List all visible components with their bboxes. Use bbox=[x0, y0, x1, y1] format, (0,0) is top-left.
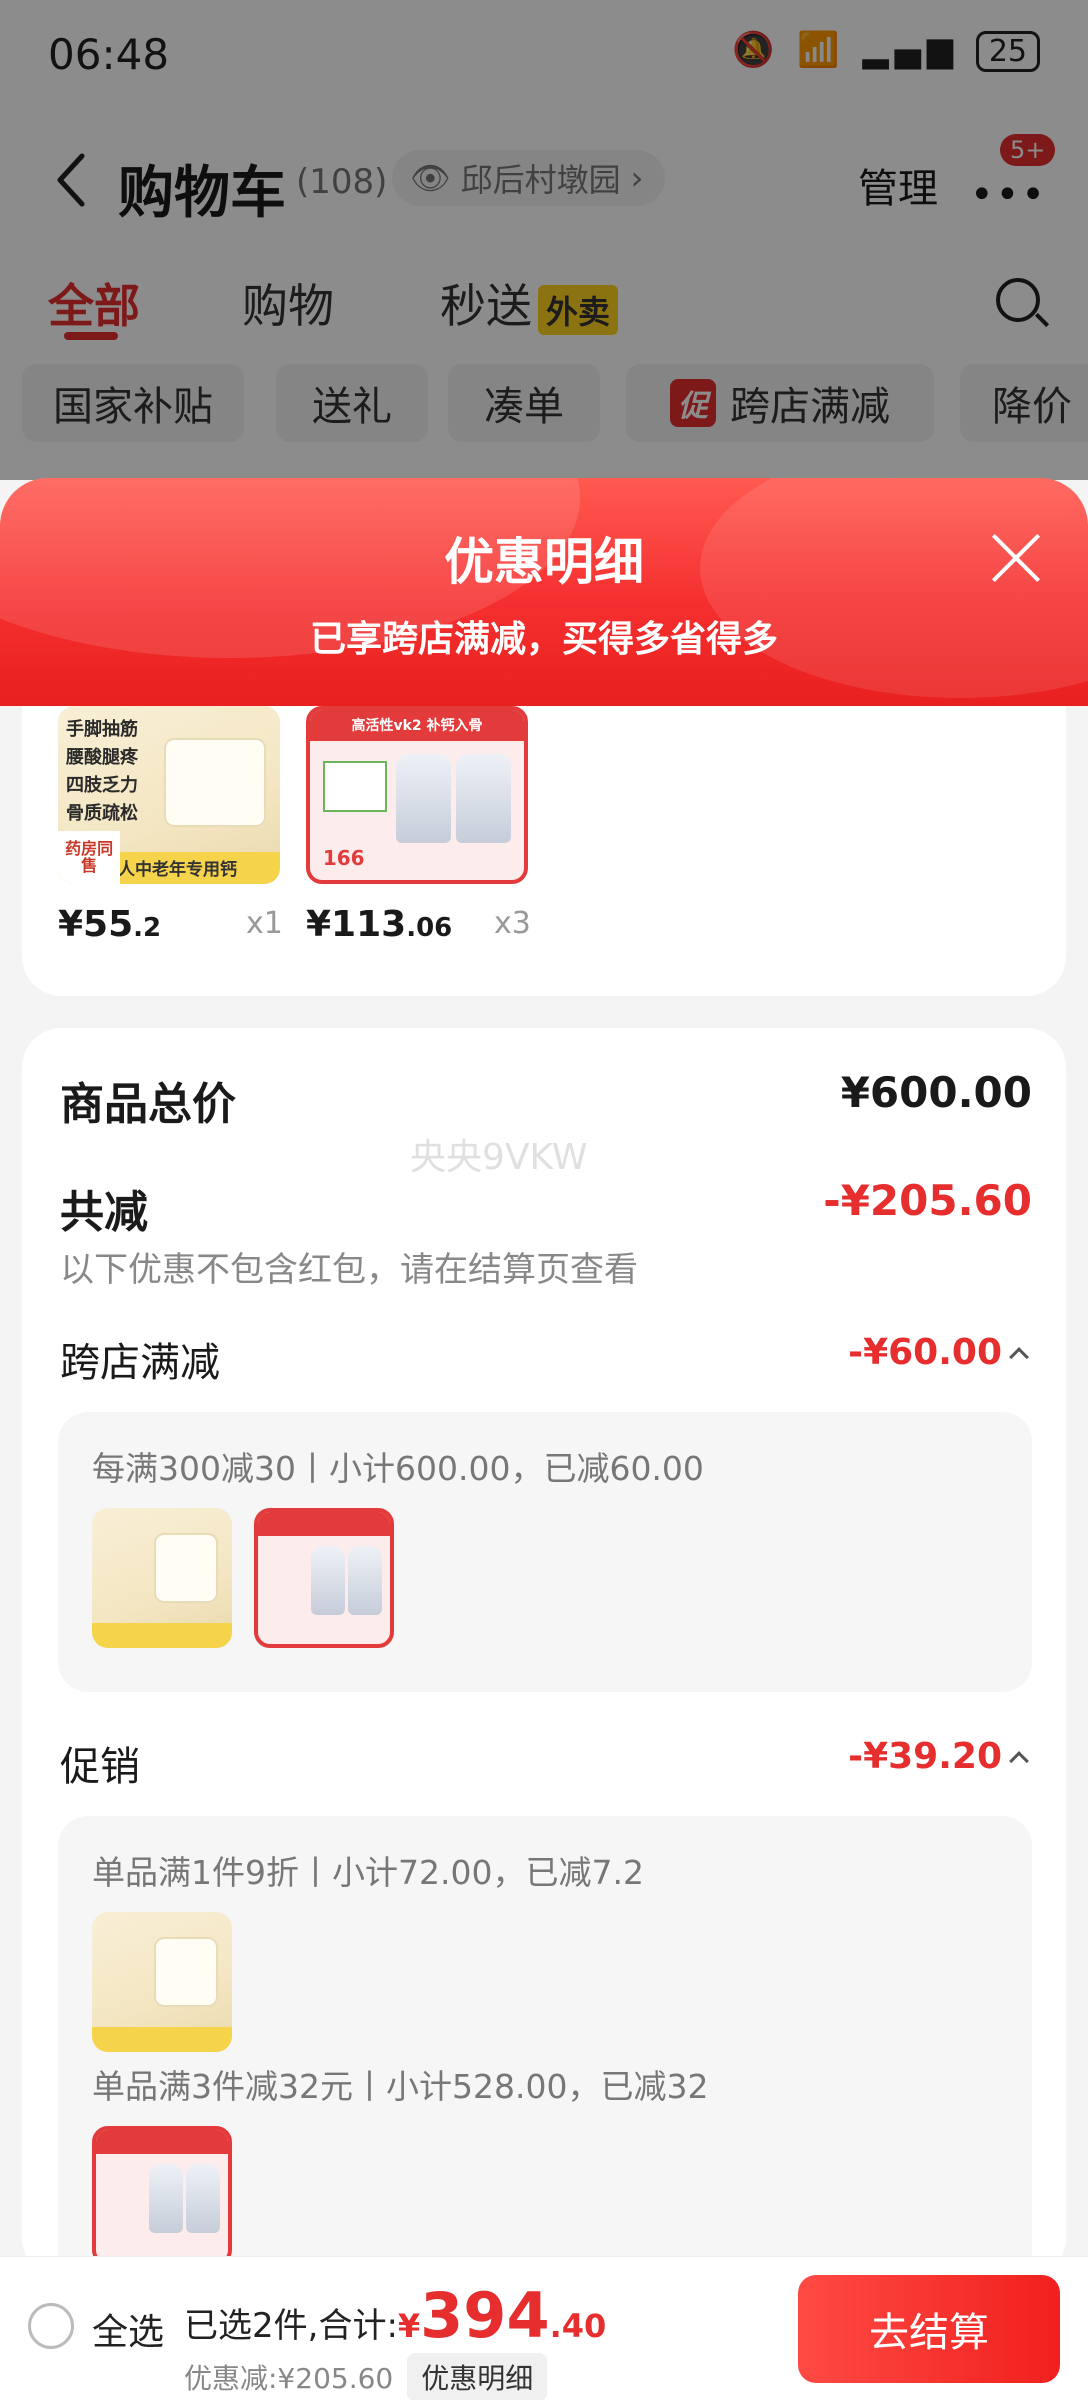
total-reduce-value: -¥205.60 bbox=[823, 1176, 1032, 1225]
product-qty: x1 bbox=[246, 906, 283, 941]
product-thumb-vk2[interactable]: 高活性vk2 补钙入骨 166 bbox=[306, 706, 528, 884]
total-reduce-label: 共减 bbox=[60, 1187, 148, 1238]
product-price: ¥55.2 bbox=[58, 904, 162, 945]
thumb-card-image bbox=[322, 761, 388, 812]
product-thumb-vk2 bbox=[92, 2126, 232, 2266]
thumb-text: 手脚抽筋 腰酸腿疼 四肢乏力 骨质疏松 bbox=[66, 719, 138, 824]
checkout-button[interactable]: 去结算 bbox=[798, 2275, 1060, 2383]
pharmacy-tag: 药房同售 bbox=[58, 830, 121, 884]
sheet-subtitle: 已享跨店满减，买得多省得多 bbox=[309, 619, 778, 660]
bottle-image bbox=[395, 754, 452, 843]
product-thumb-calcium bbox=[92, 1912, 232, 2052]
chevron-up-icon bbox=[1009, 1750, 1029, 1771]
cross-store-value: -¥60.00 bbox=[848, 1332, 1002, 1373]
promo-label: 促销 bbox=[60, 1744, 140, 1790]
cross-store-toggle[interactable]: -¥60.00 bbox=[848, 1332, 1029, 1373]
product-thumb-vk2 bbox=[254, 1508, 394, 1648]
product-qty: x3 bbox=[494, 906, 531, 941]
product-thumb-calcium bbox=[92, 1508, 232, 1648]
product-card: 手脚抽筋 腰酸腿疼 四肢乏力 骨质疏松 成人中老年专用钙 药房同售 高活性vk2… bbox=[22, 706, 1066, 996]
discount-sheet-header: 优惠明细 已享跨店满减，买得多省得多 bbox=[0, 478, 1088, 706]
checkout-bar: 全选 已选2件,合计:¥394.40 优惠减:¥205.60 优惠明细 去结算 bbox=[0, 2256, 1088, 2400]
chevron-up-icon bbox=[1009, 1346, 1029, 1367]
select-all-checkbox[interactable] bbox=[28, 2303, 74, 2349]
total-amount: ¥394.40 bbox=[397, 2279, 607, 2352]
thumb-price: 166 bbox=[322, 845, 365, 870]
discount-line: 优惠减:¥205.60 优惠明细 bbox=[184, 2353, 548, 2400]
cross-store-rule: 每满300减30丨小计600.00，已减60.00 bbox=[92, 1449, 704, 1488]
product-thumb-calcium[interactable]: 手脚抽筋 腰酸腿疼 四肢乏力 骨质疏松 成人中老年专用钙 药房同售 bbox=[58, 706, 280, 884]
close-icon[interactable] bbox=[988, 530, 1044, 586]
thumb-header: 高活性vk2 补钙入骨 bbox=[310, 710, 524, 741]
total-price-label: 商品总价 bbox=[60, 1079, 236, 1130]
watermark: 央央9VKW bbox=[410, 1137, 588, 1178]
discount-sheet-body: 手脚抽筋 腰酸腿疼 四肢乏力 骨质疏松 成人中老年专用钙 药房同售 高活性vk2… bbox=[0, 706, 1088, 2296]
select-all-label[interactable]: 全选 bbox=[92, 2303, 164, 2355]
dim-overlay[interactable] bbox=[0, 0, 1088, 480]
cross-store-label: 跨店满减 bbox=[60, 1340, 220, 1386]
promo-rule-2: 单品满3件减32元丨小计528.00，已减32 bbox=[92, 2067, 709, 2106]
promo-rule-1: 单品满1件9折丨小计72.00，已减7.2 bbox=[92, 1853, 644, 1892]
cart-page-background: 06:48 🔕 📶 ▂▄▆ 25 购物车 (108) 👁 邱后村墩园 › 管理 … bbox=[0, 0, 1088, 480]
bottle-image bbox=[163, 738, 266, 828]
product-price: ¥113.06 bbox=[306, 904, 453, 945]
sheet-title: 优惠明细 bbox=[444, 533, 644, 591]
discount-detail-button[interactable]: 优惠明细 bbox=[407, 2353, 548, 2400]
total-price-value: ¥600.00 bbox=[840, 1068, 1032, 1117]
promo-detail: 单品满1件9折丨小计72.00，已减7.2 单品满3件减32元丨小计528.00… bbox=[58, 1816, 1032, 2296]
promo-value: -¥39.20 bbox=[848, 1736, 1002, 1777]
cross-store-detail: 每满300减30丨小计600.00，已减60.00 bbox=[58, 1412, 1032, 1692]
bottle-image bbox=[455, 754, 512, 843]
selected-summary: 已选2件,合计: bbox=[184, 2306, 398, 2346]
promo-toggle[interactable]: -¥39.20 bbox=[848, 1736, 1029, 1777]
discount-amount: 优惠减:¥205.60 bbox=[184, 2362, 394, 2395]
total-line: 已选2件,合计:¥394.40 bbox=[184, 2279, 606, 2352]
reduce-hint: 以下优惠不包含红包，请在结算页查看 bbox=[60, 1250, 638, 1290]
discount-detail-card: 商品总价 ¥600.00 央央9VKW 共减 -¥205.60 以下优惠不包含红… bbox=[22, 1028, 1066, 2296]
